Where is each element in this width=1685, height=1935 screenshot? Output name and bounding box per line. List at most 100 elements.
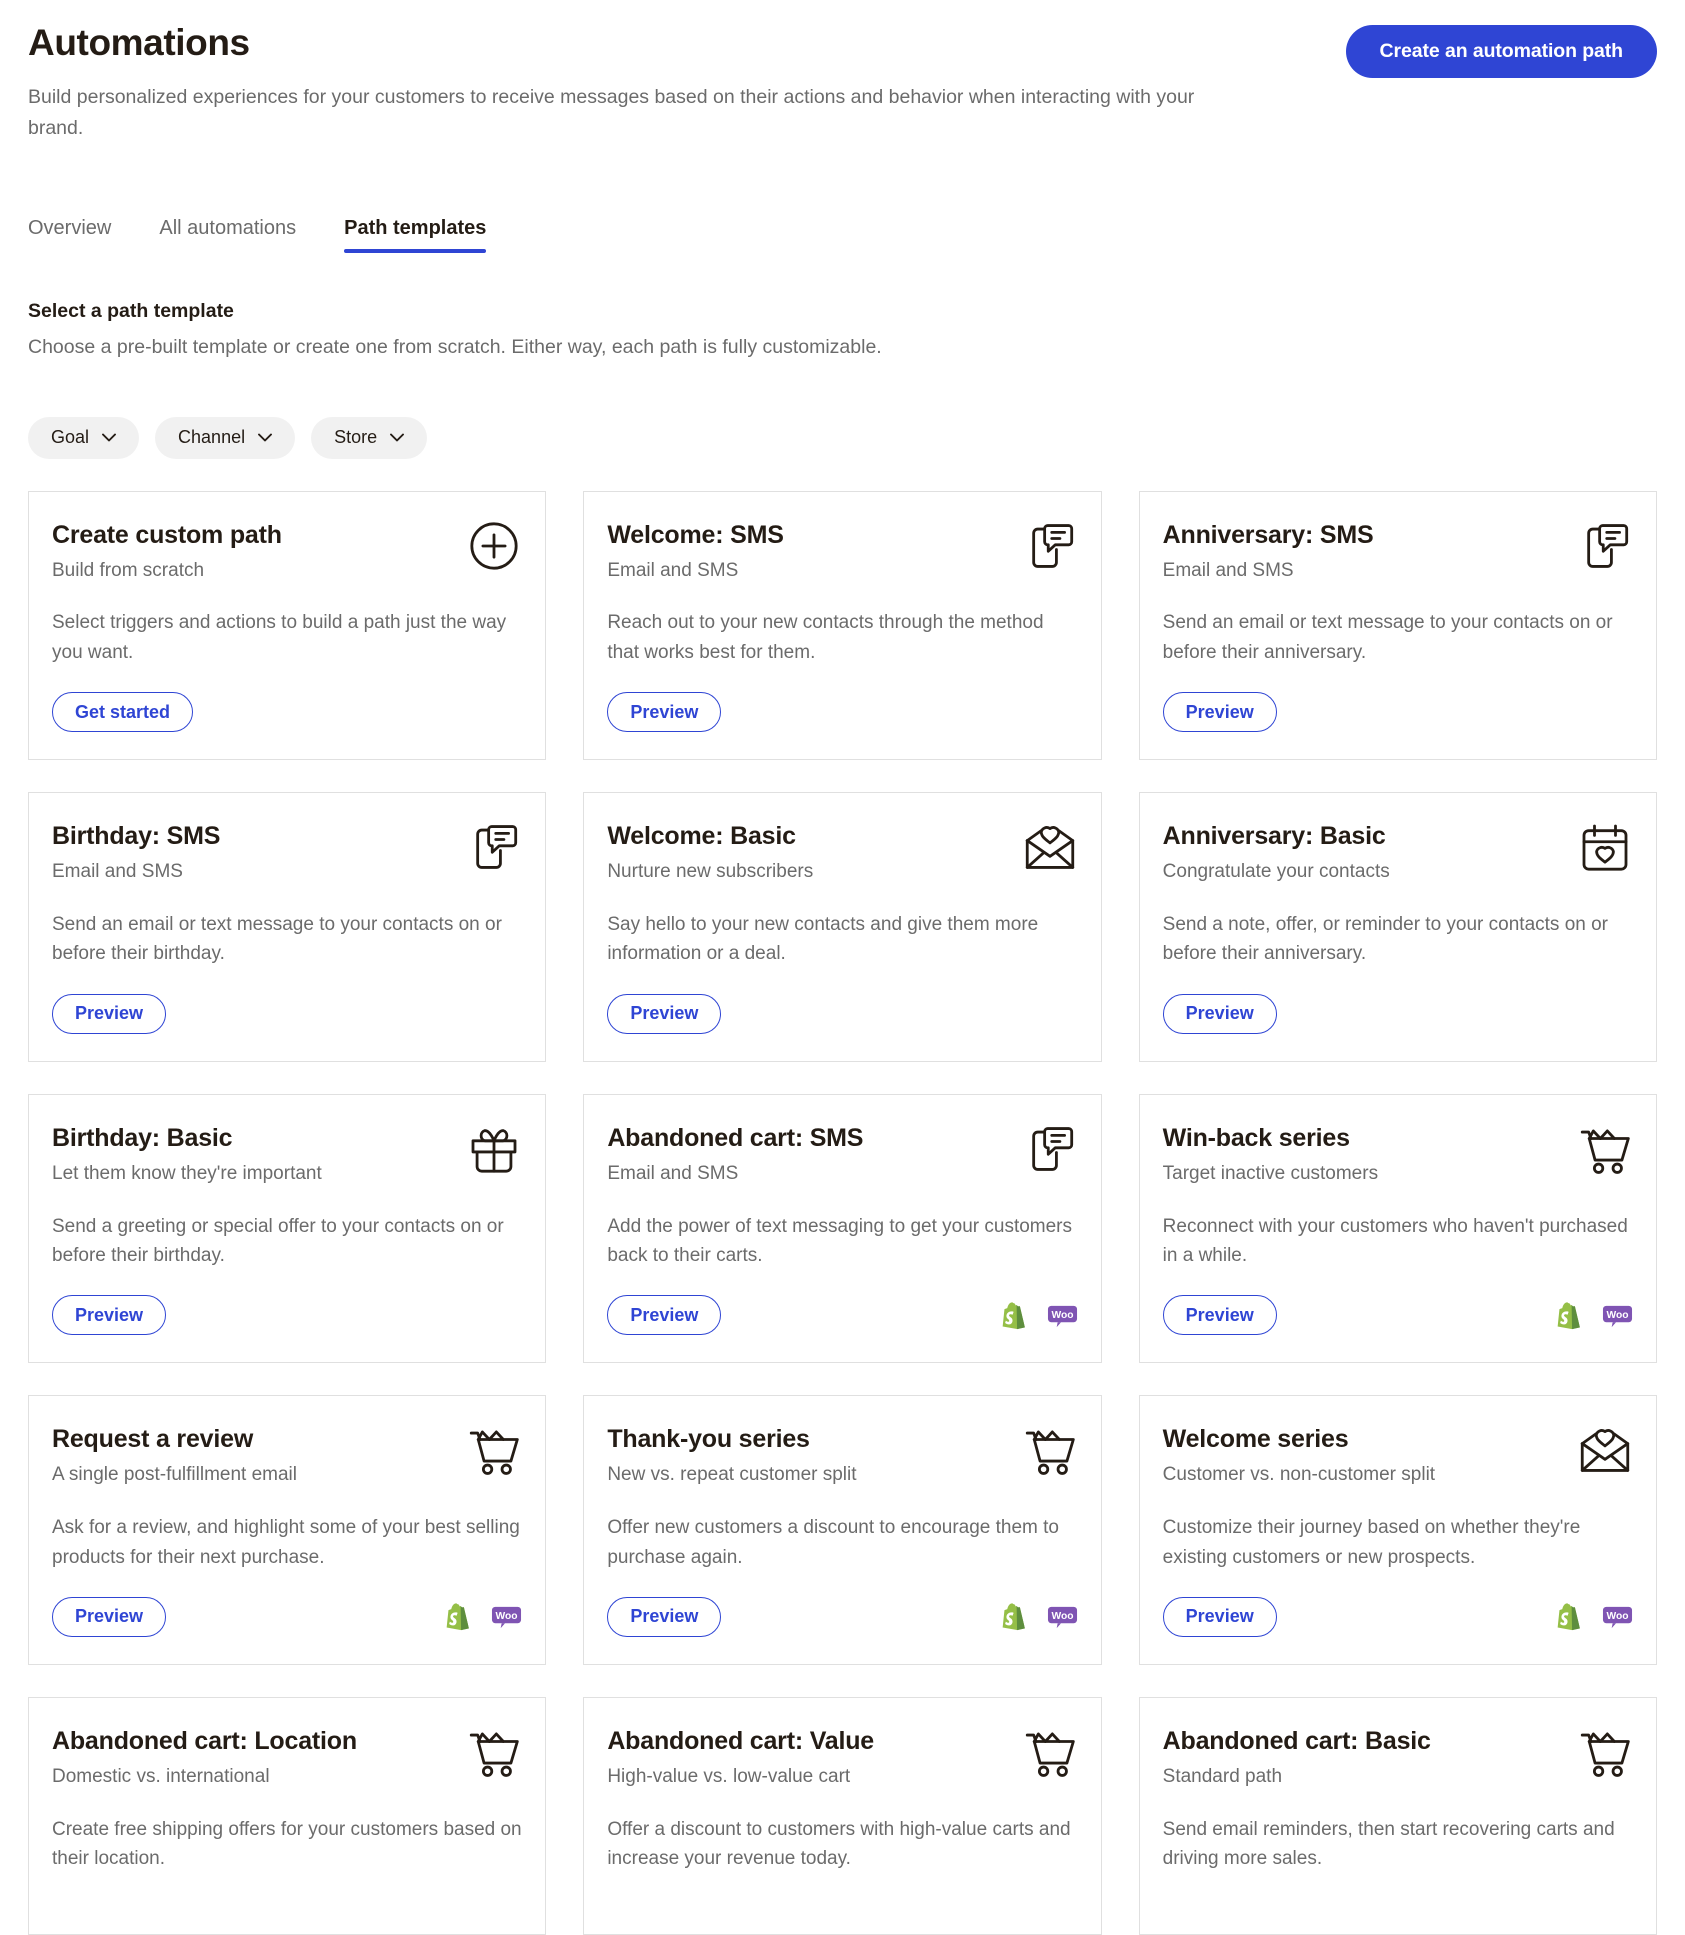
card-header: Win-back seriesTarget inactive customers (1163, 1123, 1633, 1187)
card-subtitle: Email and SMS (1163, 559, 1374, 584)
shopping-cart-icon (1577, 1121, 1633, 1177)
preview-button[interactable]: Preview (607, 994, 721, 1034)
card-title-block: Abandoned cart: Location Domestic vs. int… (52, 1726, 357, 1790)
card-title-block: Birthday: SMSEmail and SMS (52, 821, 220, 885)
card-header: Birthday: BasicLet them know they're imp… (52, 1123, 522, 1187)
envelope-heart-icon (1577, 1422, 1633, 1478)
svg-text:Woo: Woo (1051, 1310, 1073, 1321)
preview-button[interactable]: Preview (607, 692, 721, 732)
card-footer: Preview (1163, 969, 1633, 1034)
svg-text:Woo: Woo (1606, 1611, 1628, 1622)
create-automation-path-button[interactable]: Create an automation path (1346, 25, 1657, 78)
tab-path-templates[interactable]: Path templates (344, 217, 486, 253)
preview-button[interactable]: Preview (1163, 692, 1277, 732)
envelope-heart-icon (1022, 819, 1078, 875)
template-card[interactable]: Birthday: SMSEmail and SMS Send an email … (28, 792, 546, 1062)
template-card[interactable]: Create custom path Build from scratch Sele… (28, 491, 546, 761)
card-header: Anniversary: BasicCongratulate your cont… (1163, 821, 1633, 885)
plus-circle-icon (466, 518, 522, 574)
card-subtitle: Domestic vs. international (52, 1765, 357, 1790)
woocommerce-icon: Woo (1602, 1300, 1633, 1331)
woocommerce-icon: Woo (1047, 1300, 1078, 1331)
card-header: Welcome: SMSEmail and SMS (607, 520, 1077, 584)
template-card[interactable]: Abandoned cart: SMSEmail and SMSAdd the … (583, 1094, 1101, 1364)
template-card[interactable]: Welcome seriesCustomer vs. non-customer … (1139, 1395, 1657, 1665)
store-badges: Woo (1553, 1601, 1633, 1632)
card-footer: Preview (52, 969, 522, 1034)
card-title-block: Birthday: BasicLet them know they're imp… (52, 1123, 322, 1187)
card-subtitle: Customer vs. non-customer split (1163, 1463, 1435, 1488)
template-card[interactable]: Anniversary: BasicCongratulate your cont… (1139, 792, 1657, 1062)
filter-chip-label: Store (334, 427, 377, 448)
preview-button[interactable]: Preview (1163, 1295, 1277, 1335)
card-subtitle: Nurture new subscribers (607, 860, 813, 885)
preview-button[interactable]: Preview (52, 1597, 166, 1637)
template-card[interactable]: Win-back seriesTarget inactive customers… (1139, 1094, 1657, 1364)
phone-message-icon (466, 819, 522, 875)
card-footer: Get started (52, 667, 522, 732)
preview-button[interactable]: Preview (1163, 1597, 1277, 1637)
card-description: Select triggers and actions to build a p… (52, 608, 522, 667)
template-card[interactable]: Abandoned cart: Location Domestic vs. int… (28, 1697, 546, 1935)
shopify-icon (998, 1300, 1029, 1331)
preview-button[interactable]: Preview (607, 1295, 721, 1335)
chevron-down-icon (390, 433, 404, 442)
card-title-block: Welcome seriesCustomer vs. non-customer … (1163, 1424, 1435, 1488)
template-card[interactable]: Thank-you seriesNew vs. repeat customer … (583, 1395, 1101, 1665)
template-card[interactable]: Request a reviewA single post-fulfillmen… (28, 1395, 546, 1665)
template-card[interactable]: Birthday: BasicLet them know they're imp… (28, 1094, 546, 1364)
card-title-block: Welcome: Basic Nurture new subscribers (607, 821, 813, 885)
template-card[interactable]: Anniversary: SMSEmail and SMSSend an ema… (1139, 491, 1657, 761)
preview-button[interactable]: Preview (607, 1597, 721, 1637)
template-card-grid: Create custom path Build from scratch Sele… (28, 491, 1657, 1935)
card-title: Abandoned cart: Location (52, 1726, 357, 1756)
filter-bar: Goal Channel Store (28, 417, 1657, 459)
shopping-cart-icon (466, 1422, 522, 1478)
card-title: Welcome: Basic (607, 821, 813, 851)
select-template-section: Select a path template Choose a pre-buil… (28, 300, 1657, 359)
get-started-button[interactable]: Get started (52, 692, 193, 732)
template-card[interactable]: Welcome: SMSEmail and SMSReach out to yo… (583, 491, 1101, 761)
preview-button[interactable]: Preview (1163, 994, 1277, 1034)
card-subtitle: Build from scratch (52, 559, 282, 584)
card-header: Welcome seriesCustomer vs. non-customer … (1163, 1424, 1633, 1488)
card-footer: Preview Woo (1163, 1270, 1633, 1335)
card-description: Send a note, offer, or reminder to your … (1163, 910, 1633, 969)
card-header: Thank-you seriesNew vs. repeat customer … (607, 1424, 1077, 1488)
card-title: Abandoned cart: Basic (1163, 1726, 1431, 1756)
card-description: Send email reminders, then start recover… (1163, 1815, 1633, 1874)
filter-chip-goal[interactable]: Goal (28, 417, 139, 459)
tab-overview[interactable]: Overview (28, 217, 111, 253)
filter-chip-channel[interactable]: Channel (155, 417, 295, 459)
template-card[interactable]: Abandoned cart: ValueHigh-value vs. low-… (583, 1697, 1101, 1935)
card-subtitle: A single post-fulfillment email (52, 1463, 297, 1488)
card-subtitle: Congratulate your contacts (1163, 860, 1390, 885)
card-subtitle: Let them know they're important (52, 1162, 322, 1187)
shopify-icon (1553, 1601, 1584, 1632)
card-footer: Preview (1163, 667, 1633, 732)
card-description: Offer new customers a discount to encour… (607, 1513, 1077, 1572)
svg-text:Woo: Woo (496, 1611, 518, 1622)
card-subtitle: High-value vs. low-value cart (607, 1765, 874, 1790)
tab-all-automations[interactable]: All automations (159, 217, 296, 253)
card-description: Add the power of text messaging to get y… (607, 1212, 1077, 1271)
shopify-icon (1553, 1300, 1584, 1331)
preview-button[interactable]: Preview (52, 1295, 166, 1335)
filter-chip-store[interactable]: Store (311, 417, 427, 459)
woocommerce-icon: Woo (1602, 1601, 1633, 1632)
preview-button[interactable]: Preview (52, 994, 166, 1034)
card-footer: Preview (607, 667, 1077, 732)
card-description: Send an email or text message to your co… (52, 910, 522, 969)
card-description: Send a greeting or special offer to your… (52, 1212, 522, 1271)
shopping-cart-icon (466, 1724, 522, 1780)
card-header: Request a reviewA single post-fulfillmen… (52, 1424, 522, 1488)
card-header: Create custom path Build from scratch (52, 520, 522, 584)
template-card[interactable]: Abandoned cart: BasicStandard pathSend e… (1139, 1697, 1657, 1935)
card-title: Create custom path (52, 520, 282, 550)
template-card[interactable]: Welcome: BasicNurture new subscribersSay… (583, 792, 1101, 1062)
woocommerce-icon: Woo (491, 1601, 522, 1632)
filter-chip-label: Goal (51, 427, 89, 448)
store-badges: Woo (998, 1601, 1078, 1632)
card-subtitle: Email and SMS (52, 860, 220, 885)
phone-message-icon (1577, 518, 1633, 574)
